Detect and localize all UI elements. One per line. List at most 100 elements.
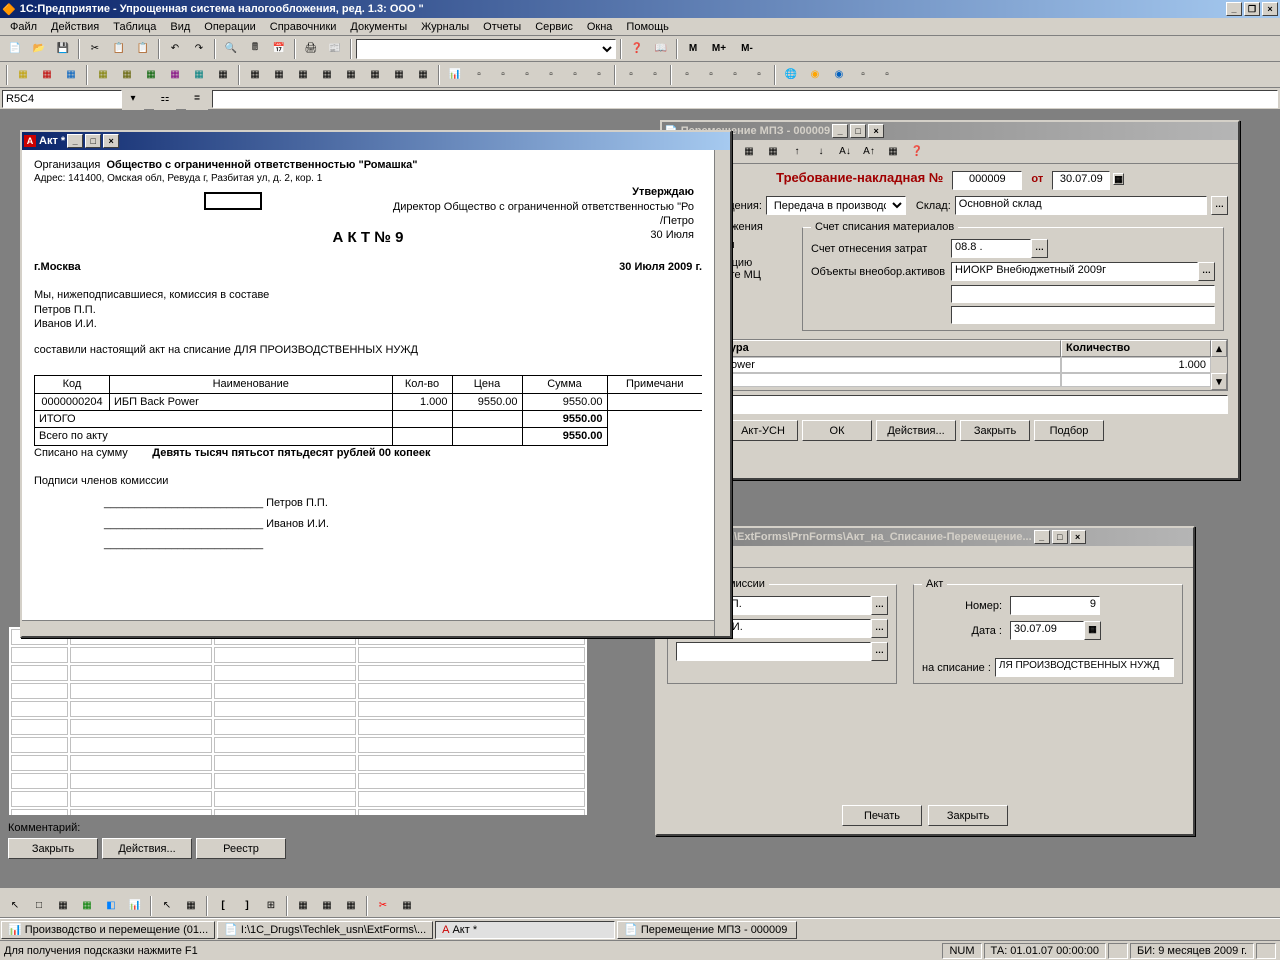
menu-view[interactable]: Вид xyxy=(164,20,196,34)
move-type-select[interactable]: Передача в производство xyxy=(766,196,906,215)
cell-dropdown-icon[interactable]: ▾ xyxy=(122,88,144,110)
task-button-active[interactable]: ААкт * xyxy=(435,921,615,939)
tb2-icon[interactable]: ▫ xyxy=(540,64,562,86)
tb-icon[interactable]: ▦ xyxy=(52,895,74,917)
actions-button[interactable]: Действия... xyxy=(876,420,956,441)
close-button[interactable]: × xyxy=(868,124,884,138)
registry-button[interactable]: Реестр xyxy=(196,838,286,859)
tb2-icon[interactable]: ▦ xyxy=(316,64,338,86)
lookup-button[interactable]: … xyxy=(1198,262,1215,281)
lookup-button[interactable]: … xyxy=(871,642,888,661)
minimize-button[interactable]: _ xyxy=(832,124,848,138)
close-button[interactable]: Закрыть xyxy=(8,838,98,859)
arrow-up-icon[interactable]: ↑ xyxy=(786,141,808,163)
menu-directories[interactable]: Справочники xyxy=(264,20,343,34)
maximize-button[interactable]: □ xyxy=(85,134,101,148)
select-button[interactable]: Подбор xyxy=(1034,420,1104,441)
menu-operations[interactable]: Операции xyxy=(198,20,261,34)
maximize-button[interactable]: □ xyxy=(1052,530,1068,544)
akt-document-area[interactable]: Организация Общество с ограниченной отве… xyxy=(22,150,714,636)
book-icon[interactable]: 📖 xyxy=(650,38,672,60)
print-icon[interactable]: 🖨 xyxy=(300,38,322,60)
tb2-icon[interactable]: ▦ xyxy=(116,64,138,86)
calendar-icon[interactable]: 📅 xyxy=(268,38,290,60)
tb-icon[interactable]: ↖ xyxy=(4,895,26,917)
arrow-down-icon[interactable]: ↓ xyxy=(810,141,832,163)
print-button[interactable]: Печать xyxy=(842,805,922,826)
paste-icon[interactable]: 📋 xyxy=(132,38,154,60)
task-button[interactable]: 📄I:\1C_Drugs\Techlek_usn\ExtForms\... xyxy=(217,921,433,939)
fx-icon[interactable]: ⚏ xyxy=(154,88,176,110)
copy-icon[interactable]: 📋 xyxy=(108,38,130,60)
lookup-button[interactable]: … xyxy=(1211,196,1228,215)
tb-icon[interactable]: ✂ xyxy=(372,895,394,917)
tb-icon[interactable]: ▦ xyxy=(882,141,904,163)
task-button[interactable]: 📄Перемещение МПЗ - 000009 xyxy=(617,921,797,939)
minimize-button[interactable]: _ xyxy=(1226,2,1242,16)
tb2-globe-icon[interactable]: 🌐 xyxy=(780,64,802,86)
menu-actions[interactable]: Действия xyxy=(45,20,105,34)
undo-icon[interactable]: ↶ xyxy=(164,38,186,60)
doc-number-field[interactable]: 000009 xyxy=(952,171,1022,190)
scroll-up-icon[interactable]: ▴ xyxy=(1211,340,1227,357)
cut-icon[interactable]: ✂ xyxy=(84,38,106,60)
lookup-button[interactable]: … xyxy=(1031,239,1048,258)
tb-icon[interactable]: ▦ xyxy=(762,141,784,163)
empty-field[interactable] xyxy=(951,285,1215,303)
tb2-icon[interactable]: ▦ xyxy=(92,64,114,86)
grid-col-qty[interactable]: Количество xyxy=(1061,340,1211,357)
writeoff-field[interactable]: ЛЯ ПРОИЗВОДСТВЕННЫХ НУЖД xyxy=(995,658,1174,677)
find-icon[interactable]: 🔍 xyxy=(220,38,242,60)
tb-icon[interactable]: ▦ xyxy=(180,895,202,917)
doc-date-field[interactable]: 30.07.09 xyxy=(1052,171,1110,190)
menu-reports[interactable]: Отчеты xyxy=(477,20,527,34)
lookup-button[interactable]: … xyxy=(871,596,888,615)
tb2-icon[interactable]: ▫ xyxy=(468,64,490,86)
tb2-icon[interactable]: ▦ xyxy=(244,64,266,86)
tb2-icon[interactable]: ▫ xyxy=(644,64,666,86)
commission-field-3[interactable] xyxy=(676,642,871,661)
task-button[interactable]: 📊Производство и перемещение (01... xyxy=(1,921,215,939)
tb2-icon[interactable]: ◉ xyxy=(828,64,850,86)
calc-icon[interactable]: 🖩 xyxy=(244,38,266,60)
menu-windows[interactable]: Окна xyxy=(581,20,619,34)
grid-cell-qty[interactable]: 1.000 xyxy=(1061,357,1211,373)
grid-cell-empty[interactable] xyxy=(1061,373,1211,387)
empty-field[interactable] xyxy=(951,306,1215,324)
tb-icon[interactable]: ▦ xyxy=(738,141,760,163)
close-button[interactable]: × xyxy=(1262,2,1278,16)
close-button[interactable]: Закрыть xyxy=(960,420,1030,441)
date-picker-icon[interactable]: ▦ xyxy=(1113,173,1124,185)
ok-button[interactable]: ОК xyxy=(802,420,872,441)
menu-journals[interactable]: Журналы xyxy=(415,20,475,34)
tb-chart-icon[interactable]: 📊 xyxy=(124,895,146,917)
tb-icon[interactable]: ▦ xyxy=(340,895,362,917)
tb2-icon[interactable]: ▫ xyxy=(588,64,610,86)
tb2-icon[interactable]: ▫ xyxy=(492,64,514,86)
tb2-icon[interactable]: ▫ xyxy=(620,64,642,86)
m-plus-button[interactable]: М+ xyxy=(706,38,732,60)
warehouse-field[interactable]: Основной склад xyxy=(955,196,1207,215)
formula-input[interactable] xyxy=(212,90,1278,108)
close-button[interactable]: Закрыть xyxy=(928,805,1008,826)
tb2-icon[interactable]: ▫ xyxy=(724,64,746,86)
tb2-icon[interactable]: ▫ xyxy=(676,64,698,86)
tb2-icon[interactable]: ▫ xyxy=(748,64,770,86)
help-icon[interactable]: ❓ xyxy=(626,38,648,60)
tb2-icon[interactable]: ▦ xyxy=(140,64,162,86)
extforms-titlebar[interactable]: s\Techlek_usn\ExtForms\PrnForms\Акт_на_С… xyxy=(657,528,1193,546)
akt-titlebar[interactable]: А Акт * _ □ × xyxy=(22,132,730,150)
horizontal-scrollbar[interactable] xyxy=(22,620,714,636)
tb2-icon[interactable]: ▫ xyxy=(516,64,538,86)
save-icon[interactable]: 💾 xyxy=(52,38,74,60)
close-button[interactable]: × xyxy=(103,134,119,148)
sort-desc-icon[interactable]: A↑ xyxy=(858,141,880,163)
menu-documents[interactable]: Документы xyxy=(344,20,413,34)
tb2-chart-icon[interactable]: 📊 xyxy=(444,64,466,86)
history-combo[interactable] xyxy=(356,39,616,59)
tb2-icon[interactable]: ▦ xyxy=(364,64,386,86)
minimize-button[interactable]: _ xyxy=(67,134,83,148)
sort-asc-icon[interactable]: A↓ xyxy=(834,141,856,163)
date-picker-icon[interactable]: ▦ xyxy=(1084,621,1101,640)
empty-grid[interactable] xyxy=(8,626,588,816)
